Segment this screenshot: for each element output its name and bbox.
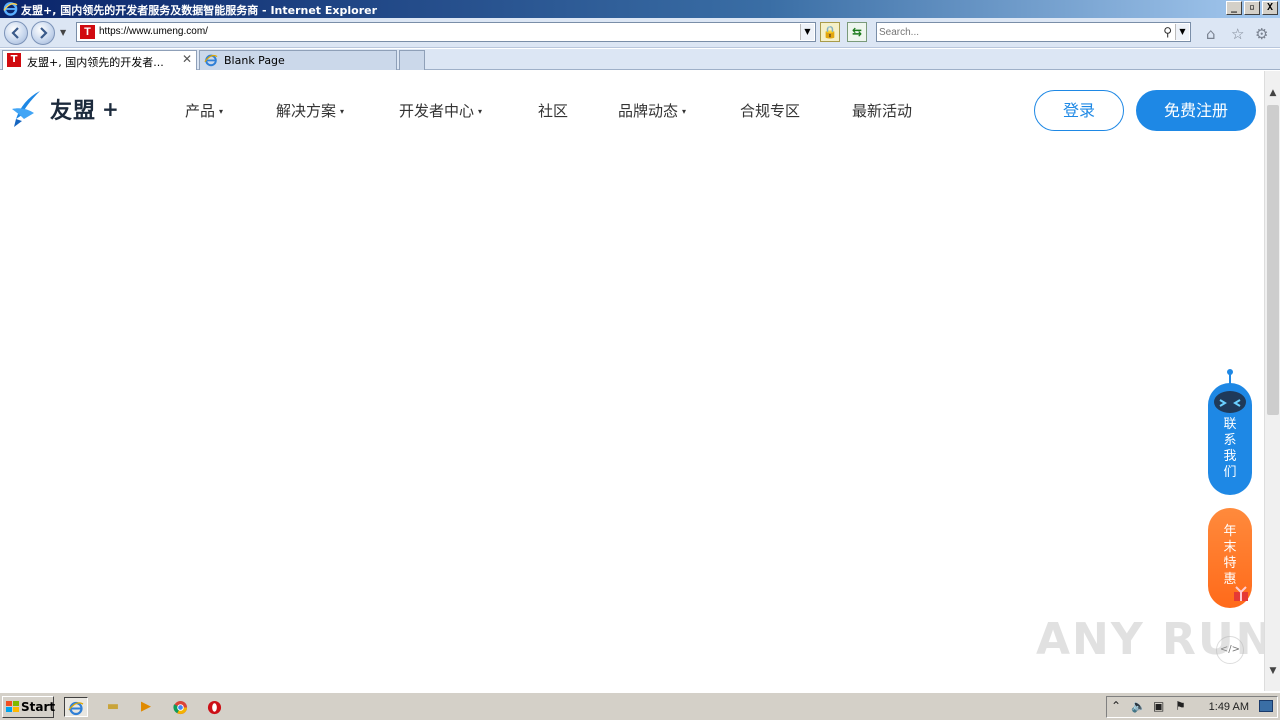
- new-tab-button[interactable]: [399, 50, 425, 70]
- taskbar-ie-icon[interactable]: [64, 697, 88, 717]
- screen: 友盟+, 国内领先的开发者服务及数据智能服务商 - Internet Explo…: [0, 0, 1280, 720]
- login-button[interactable]: 登录: [1034, 90, 1124, 131]
- site-favicon-icon: T: [80, 25, 95, 39]
- home-icon[interactable]: ⌂: [1206, 25, 1216, 43]
- system-tray: ⌃ 🔈 ▣ ⚑ 1:49 AM: [1106, 696, 1278, 718]
- tab-label: 友盟+, 国内领先的开发者...: [27, 56, 164, 69]
- nav-brand-news[interactable]: 品牌动态 ▾: [618, 100, 686, 121]
- address-bar[interactable]: T https://www.umeng.com/ ▼: [76, 22, 816, 42]
- back-arrow-icon: [11, 27, 19, 39]
- tab-label: Blank Page: [224, 54, 285, 67]
- umeng-logo[interactable]: 友盟 +: [10, 89, 119, 129]
- promo-label: 年 末 特 惠: [1223, 524, 1237, 587]
- clock[interactable]: 1:49 AM: [1209, 701, 1249, 713]
- vertical-scrollbar[interactable]: ▲ ▼: [1264, 71, 1280, 691]
- action-center-flag-icon[interactable]: ⚑: [1175, 699, 1186, 713]
- address-url[interactable]: https://www.umeng.com/: [99, 26, 208, 37]
- restore-button[interactable]: ▫: [1244, 1, 1260, 15]
- year-end-promo-widget[interactable]: 年 末 特 惠: [1208, 508, 1252, 608]
- register-button[interactable]: 免费注册: [1136, 90, 1256, 131]
- window-title: 友盟+, 国内领先的开发者服务及数据智能服务商 - Internet Explo…: [21, 4, 378, 17]
- history-dropdown-icon[interactable]: ▼: [60, 28, 66, 37]
- nav-solutions[interactable]: 解决方案 ▾: [276, 100, 344, 121]
- show-desktop-icon[interactable]: [1259, 700, 1273, 712]
- nav-products[interactable]: 产品 ▾: [185, 100, 223, 121]
- window-titlebar: 友盟+, 国内领先的开发者服务及数据智能服务商 - Internet Explo…: [0, 0, 1280, 18]
- caret-down-icon: ▾: [340, 107, 345, 116]
- web-page: 友盟 + 产品 ▾ 解决方案 ▾ 开发者中心 ▾ 社区 品牌动态 ▾ 合规专区 最新活动…: [0, 71, 1264, 691]
- tab-blank-page[interactable]: Blank Page: [199, 50, 397, 70]
- gift-icon: [1234, 586, 1248, 601]
- chrome-icon: [172, 700, 187, 715]
- nav-label: 解决方案: [276, 102, 337, 120]
- forward-arrow-icon: [40, 27, 48, 39]
- minimize-button[interactable]: _: [1226, 1, 1242, 15]
- tab-close-icon[interactable]: ✕: [182, 52, 192, 66]
- taskbar-chrome-icon[interactable]: [168, 697, 192, 717]
- back-button[interactable]: [4, 21, 28, 45]
- ie-tab-icon: [204, 54, 218, 67]
- anyrun-watermark: ANY RUN: [1036, 614, 1275, 665]
- refresh-button[interactable]: ⇆: [847, 22, 867, 42]
- window-controls: _ ▫ X: [1226, 1, 1278, 15]
- nav-label: 开发者中心: [399, 102, 475, 120]
- tray-expand-icon[interactable]: ⌃: [1111, 699, 1121, 713]
- robot-icon: [1214, 391, 1246, 413]
- scroll-thumb[interactable]: [1267, 105, 1279, 415]
- tab-umeng[interactable]: T 友盟+, 国内领先的开发者... ✕: [2, 50, 197, 70]
- umeng-bird-icon: [12, 91, 40, 127]
- address-dropdown-icon[interactable]: ▼: [800, 24, 814, 40]
- nav-latest-events[interactable]: 最新活动: [852, 100, 912, 121]
- lock-icon[interactable]: 🔒: [820, 22, 840, 42]
- nav-label: 最新活动: [852, 102, 913, 120]
- nav-label: 合规专区: [740, 102, 801, 120]
- search-icon[interactable]: ⚲: [1163, 25, 1172, 39]
- settings-gear-icon[interactable]: ⚙: [1255, 25, 1268, 43]
- caret-down-icon: ▾: [478, 107, 483, 116]
- opera-icon: [207, 700, 221, 715]
- taskbar-media-player-icon[interactable]: ▶: [134, 697, 158, 717]
- contact-us-label: 联 系 我 们: [1223, 417, 1237, 480]
- scroll-down-icon[interactable]: ▼: [1265, 663, 1280, 679]
- nav-community[interactable]: 社区: [538, 100, 568, 121]
- nav-developer-center[interactable]: 开发者中心 ▾: [399, 100, 482, 121]
- taskbar: Start ▬ ▶ ⌃ 🔈 ▣ ⚑ 1:49 AM: [0, 692, 1280, 720]
- nav-label: 产品: [185, 102, 216, 120]
- search-dropdown-icon[interactable]: ▼: [1175, 24, 1189, 40]
- forward-button[interactable]: [31, 21, 55, 45]
- start-label: Start: [21, 700, 56, 714]
- tab-strip: T 友盟+, 国内领先的开发者... ✕ Blank Page: [0, 49, 1280, 70]
- ie-icon: [68, 701, 84, 716]
- contact-us-widget[interactable]: 联 系 我 们: [1208, 383, 1252, 495]
- address-toolbar: ▼ T https://www.umeng.com/ ▼ 🔒 ⇆ ⚲ ▼ ⌂ ☆…: [0, 18, 1280, 48]
- nav-compliance[interactable]: 合规专区: [740, 100, 800, 121]
- network-icon[interactable]: ▣: [1153, 699, 1164, 713]
- logo-text: 友盟: [50, 99, 97, 124]
- caret-down-icon: ▾: [682, 107, 687, 116]
- volume-icon[interactable]: 🔈: [1131, 699, 1146, 713]
- close-button[interactable]: X: [1262, 1, 1278, 15]
- favorites-star-icon[interactable]: ☆: [1231, 25, 1244, 43]
- umeng-favicon-icon: T: [7, 53, 21, 67]
- start-button[interactable]: Start: [2, 696, 56, 718]
- nav-label: 社区: [538, 102, 569, 120]
- logo-plus: +: [102, 97, 119, 121]
- scroll-up-icon[interactable]: ▲: [1265, 85, 1280, 101]
- nav-label: 品牌动态: [618, 102, 679, 120]
- caret-down-icon: ▾: [219, 107, 224, 116]
- windows-logo-icon: [6, 701, 19, 712]
- taskbar-explorer-icon[interactable]: ▬: [101, 697, 125, 717]
- search-input[interactable]: [879, 25, 1149, 39]
- ie-logo-icon: [3, 2, 18, 16]
- taskbar-opera-icon[interactable]: [202, 697, 226, 717]
- search-box[interactable]: ⚲ ▼: [876, 22, 1191, 42]
